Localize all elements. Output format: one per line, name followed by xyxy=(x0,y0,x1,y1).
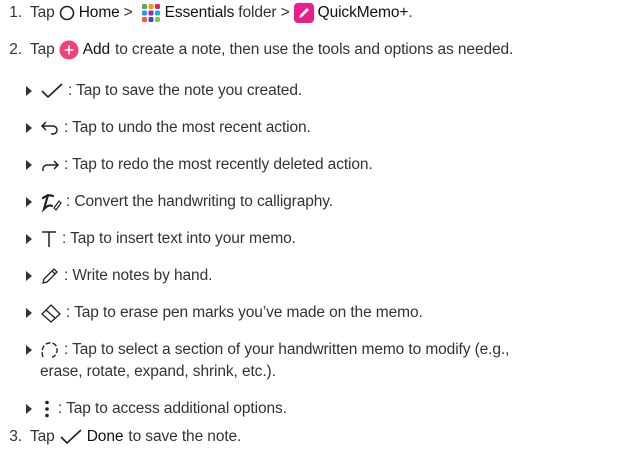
undo-icon xyxy=(40,119,60,137)
separator: > xyxy=(123,4,133,21)
lasso-icon xyxy=(40,340,60,360)
bullet-text: : Write notes by hand. xyxy=(64,267,213,284)
bullet-text: : Tap to select a section of your handwr… xyxy=(64,341,510,358)
bullet-text: : Convert the handwriting to calligraphy… xyxy=(66,193,334,210)
step-number: 1. xyxy=(9,4,22,21)
step-text-rest: to save the note. xyxy=(128,428,242,445)
home-circle-icon xyxy=(59,5,75,21)
step-text-rest: to create a note, then use the tools and… xyxy=(114,41,514,58)
bullet-pen: : Write notes by hand. xyxy=(26,265,212,287)
step-text: Tap xyxy=(30,4,55,21)
step-text: Tap xyxy=(30,428,55,445)
home-label: Home xyxy=(78,4,120,21)
add-button-icon xyxy=(59,40,79,60)
bullet-save: : Tap to save the note you created. xyxy=(26,80,302,102)
step-text: Tap xyxy=(30,41,55,58)
checkmark-icon xyxy=(40,82,64,100)
quickmemo-label: QuickMemo+ xyxy=(317,4,409,21)
period: . xyxy=(408,4,413,21)
bullet-text-insert: : Tap to insert text into your memo. xyxy=(26,228,296,250)
text-icon xyxy=(40,229,58,249)
step-2: 2. Tap Add to create a note, then use th… xyxy=(0,39,513,61)
instructions-document: 1. Tap Home > Essentials folder > QuickM… xyxy=(0,0,631,449)
bullet-marker xyxy=(26,234,32,244)
bullet-marker xyxy=(26,308,32,318)
bullet-text: : Tap to erase pen marks you’ve made on … xyxy=(66,304,423,321)
bullet-lasso: : Tap to select a section of your handwr… xyxy=(26,339,509,361)
done-label: Done xyxy=(86,428,124,445)
step-number: 3. xyxy=(9,428,22,445)
bullet-calligraphy: : Convert the handwriting to calligraphy… xyxy=(26,191,333,213)
bullet-marker xyxy=(26,197,32,207)
bullet-marker xyxy=(26,271,32,281)
bullet-marker xyxy=(26,404,32,414)
bullet-undo: : Tap to undo the most recent action. xyxy=(26,117,311,139)
bullet-text: : Tap to save the note you created. xyxy=(68,82,303,99)
calligraphy-icon xyxy=(40,192,62,212)
bullet-text: : Tap to access additional options. xyxy=(58,400,287,417)
bullet-marker xyxy=(26,86,32,96)
step-3: 3. Tap Done to save the note. xyxy=(0,426,241,448)
bullet-redo: : Tap to redo the most recently deleted … xyxy=(26,154,373,176)
bullet-lasso-continued: erase, rotate, expand, shrink, etc.). xyxy=(40,361,276,383)
done-checkmark-icon xyxy=(59,428,83,446)
bullet-marker xyxy=(26,345,32,355)
bullet-text: : Tap to undo the most recent action. xyxy=(64,119,311,136)
add-label: Add xyxy=(82,41,110,58)
more-options-icon xyxy=(40,399,54,419)
bullet-marker xyxy=(26,123,32,133)
bullet-more-options: : Tap to access additional options. xyxy=(26,398,287,420)
bullet-marker xyxy=(26,160,32,170)
quickmemo-app-icon xyxy=(293,3,314,23)
step-text-folder: folder > xyxy=(238,4,290,21)
step-1: 1. Tap Home > Essentials folder > QuickM… xyxy=(0,2,413,24)
step-number: 2. xyxy=(9,41,22,58)
bullet-text: : Tap to redo the most recently deleted … xyxy=(64,156,373,173)
essentials-folder-icon xyxy=(140,3,161,23)
eraser-icon xyxy=(40,303,62,323)
redo-icon xyxy=(40,156,60,174)
pen-icon xyxy=(40,266,60,286)
bullet-text: : Tap to insert text into your memo. xyxy=(62,230,296,247)
bullet-text-continued: erase, rotate, expand, shrink, etc.). xyxy=(40,363,276,380)
bullet-eraser: : Tap to erase pen marks you’ve made on … xyxy=(26,302,423,324)
essentials-label: Essentials xyxy=(164,4,235,21)
